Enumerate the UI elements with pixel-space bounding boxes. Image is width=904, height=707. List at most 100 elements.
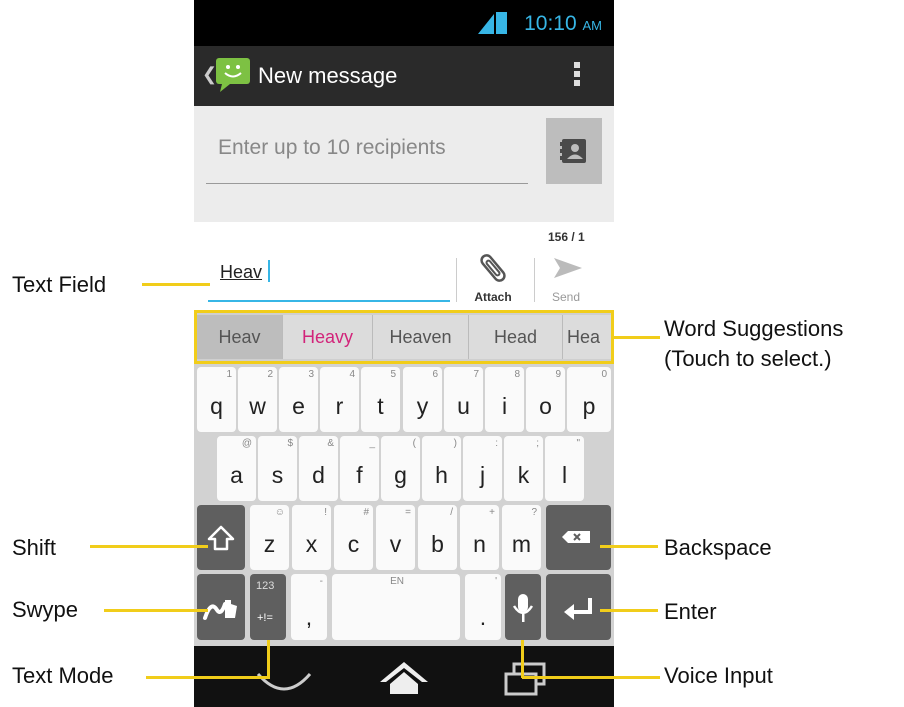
message-text-field[interactable]: Heav (208, 256, 450, 302)
key-m[interactable]: ? m (502, 505, 541, 570)
period-key[interactable]: '. (465, 574, 501, 640)
microphone-icon (512, 594, 534, 622)
text-mode-callout-connector (267, 640, 270, 678)
keyboard: 1q 2w 3e 4r 5t 6y 7u 8i 9o 0p @ a $ s & d _… (194, 364, 614, 646)
character-counter: 156 / 1 (548, 230, 585, 244)
key-z[interactable]: ☺ z (250, 505, 289, 570)
key-c[interactable]: # c (334, 505, 373, 570)
enter-icon (564, 598, 592, 620)
signal-icon (478, 14, 494, 34)
attach-label: Attach (474, 290, 512, 304)
key-a[interactable]: @ a (217, 436, 256, 501)
key-k[interactable]: ; k (504, 436, 543, 501)
key-o[interactable]: 9o (526, 367, 565, 432)
key-q[interactable]: 1q (197, 367, 236, 432)
voice-input-callout-label: Voice Input (664, 663, 773, 688)
suggestion-item[interactable]: Heavy (283, 315, 373, 359)
compose-area: 156 / 1 Heav Attach Send (194, 222, 614, 310)
swype-icon (203, 600, 237, 620)
shift-arrow-icon (207, 525, 235, 551)
suggestion-item[interactable]: Heav (197, 315, 283, 359)
suggestion-item[interactable]: Heaven (373, 315, 469, 359)
voice-input-callout-line (522, 676, 660, 679)
contacts-button[interactable] (546, 118, 602, 184)
word-suggestion-bar: Heav Heavy Heaven Head Hea (194, 310, 614, 364)
suggestion-item[interactable]: Head (469, 315, 563, 359)
suggestion-item[interactable]: Hea (563, 315, 611, 359)
clock-time: 10:10 (524, 12, 577, 35)
status-bar: 10:10 AM (194, 0, 614, 46)
key-f[interactable]: _ f (340, 436, 379, 501)
key-n[interactable]: + n (460, 505, 499, 570)
key-p[interactable]: 0p (567, 367, 611, 432)
shift-callout-line (90, 545, 208, 548)
backspace-callout-line (600, 545, 658, 548)
text-field-callout-label: Text Field (12, 272, 107, 297)
voice-input-callout-connector (521, 640, 524, 678)
send-label: Send (551, 290, 581, 304)
key-s[interactable]: $ s (258, 436, 297, 501)
home-icon[interactable] (378, 660, 430, 696)
key-h[interactable]: ) h (422, 436, 461, 501)
text-mode-key[interactable]: 123 +!= (250, 574, 286, 640)
key-w[interactable]: 2w (238, 367, 277, 432)
send-button[interactable]: Send (538, 250, 594, 306)
swype-key[interactable] (197, 574, 245, 640)
attach-button[interactable]: Attach (458, 250, 528, 306)
back-icon[interactable] (254, 664, 314, 694)
divider (456, 258, 457, 302)
phone-screen: 10:10 AM ❮ New message Enter up to 10 re… (194, 0, 614, 707)
shift-callout-label: Shift (12, 535, 57, 560)
messaging-icon[interactable] (214, 56, 252, 94)
clock: 10:10 AM (524, 12, 602, 36)
word-suggestions-callout-line (614, 336, 660, 339)
swype-callout-line (104, 609, 208, 612)
paperclip-icon (480, 254, 506, 282)
space-key[interactable]: EN (332, 574, 460, 640)
text-cursor (268, 260, 270, 282)
text-mode-callout-label: Text Mode (12, 663, 114, 688)
recent-apps-icon[interactable] (502, 662, 548, 696)
word-suggestions-callout-label: Word Suggestions (664, 316, 844, 341)
recipients-input[interactable]: Enter up to 10 recipients (206, 128, 528, 184)
word-suggestions-callout-sublabel: (Touch to select.) (664, 346, 832, 371)
key-d[interactable]: & d (299, 436, 338, 501)
backspace-icon (562, 531, 590, 543)
enter-callout-line (600, 609, 658, 612)
key-y[interactable]: 6y (403, 367, 442, 432)
overflow-menu-icon[interactable] (574, 62, 580, 89)
backspace-key[interactable] (546, 505, 611, 570)
key-t[interactable]: 5t (361, 367, 400, 432)
key-j[interactable]: :j (463, 436, 502, 501)
text-field-callout-line (142, 283, 210, 286)
key-g[interactable]: (g (381, 436, 420, 501)
contacts-icon (560, 139, 586, 163)
text-mode-bottom-label: +!= (257, 612, 273, 624)
key-v[interactable]: = v (376, 505, 415, 570)
key-l[interactable]: " l (545, 436, 584, 501)
text-mode-callout-line (146, 676, 270, 679)
recipients-placeholder: Enter up to 10 recipients (218, 136, 446, 159)
send-icon (554, 258, 582, 278)
shift-key[interactable] (197, 505, 245, 570)
key-r[interactable]: 4r (320, 367, 359, 432)
clock-ampm: AM (582, 18, 603, 33)
key-x[interactable]: ! x (292, 505, 331, 570)
backspace-callout-label: Backspace (664, 535, 772, 560)
recipients-area: Enter up to 10 recipients (194, 106, 614, 222)
key-i[interactable]: 8i (485, 367, 524, 432)
voice-input-key[interactable] (505, 574, 541, 640)
key-b[interactable]: / b (418, 505, 457, 570)
action-bar: ❮ New message (194, 46, 614, 106)
page-title: New message (258, 63, 398, 88)
key-e[interactable]: 3e (279, 367, 318, 432)
message-text: Heav (220, 262, 263, 282)
enter-callout-label: Enter (664, 599, 717, 624)
divider (534, 258, 535, 302)
text-mode-top-label: 123 (256, 580, 275, 592)
battery-icon (496, 12, 507, 34)
enter-key[interactable] (546, 574, 611, 640)
key-u[interactable]: 7u (444, 367, 483, 432)
comma-key[interactable]: -, (291, 574, 327, 640)
swype-callout-label: Swype (12, 597, 79, 622)
